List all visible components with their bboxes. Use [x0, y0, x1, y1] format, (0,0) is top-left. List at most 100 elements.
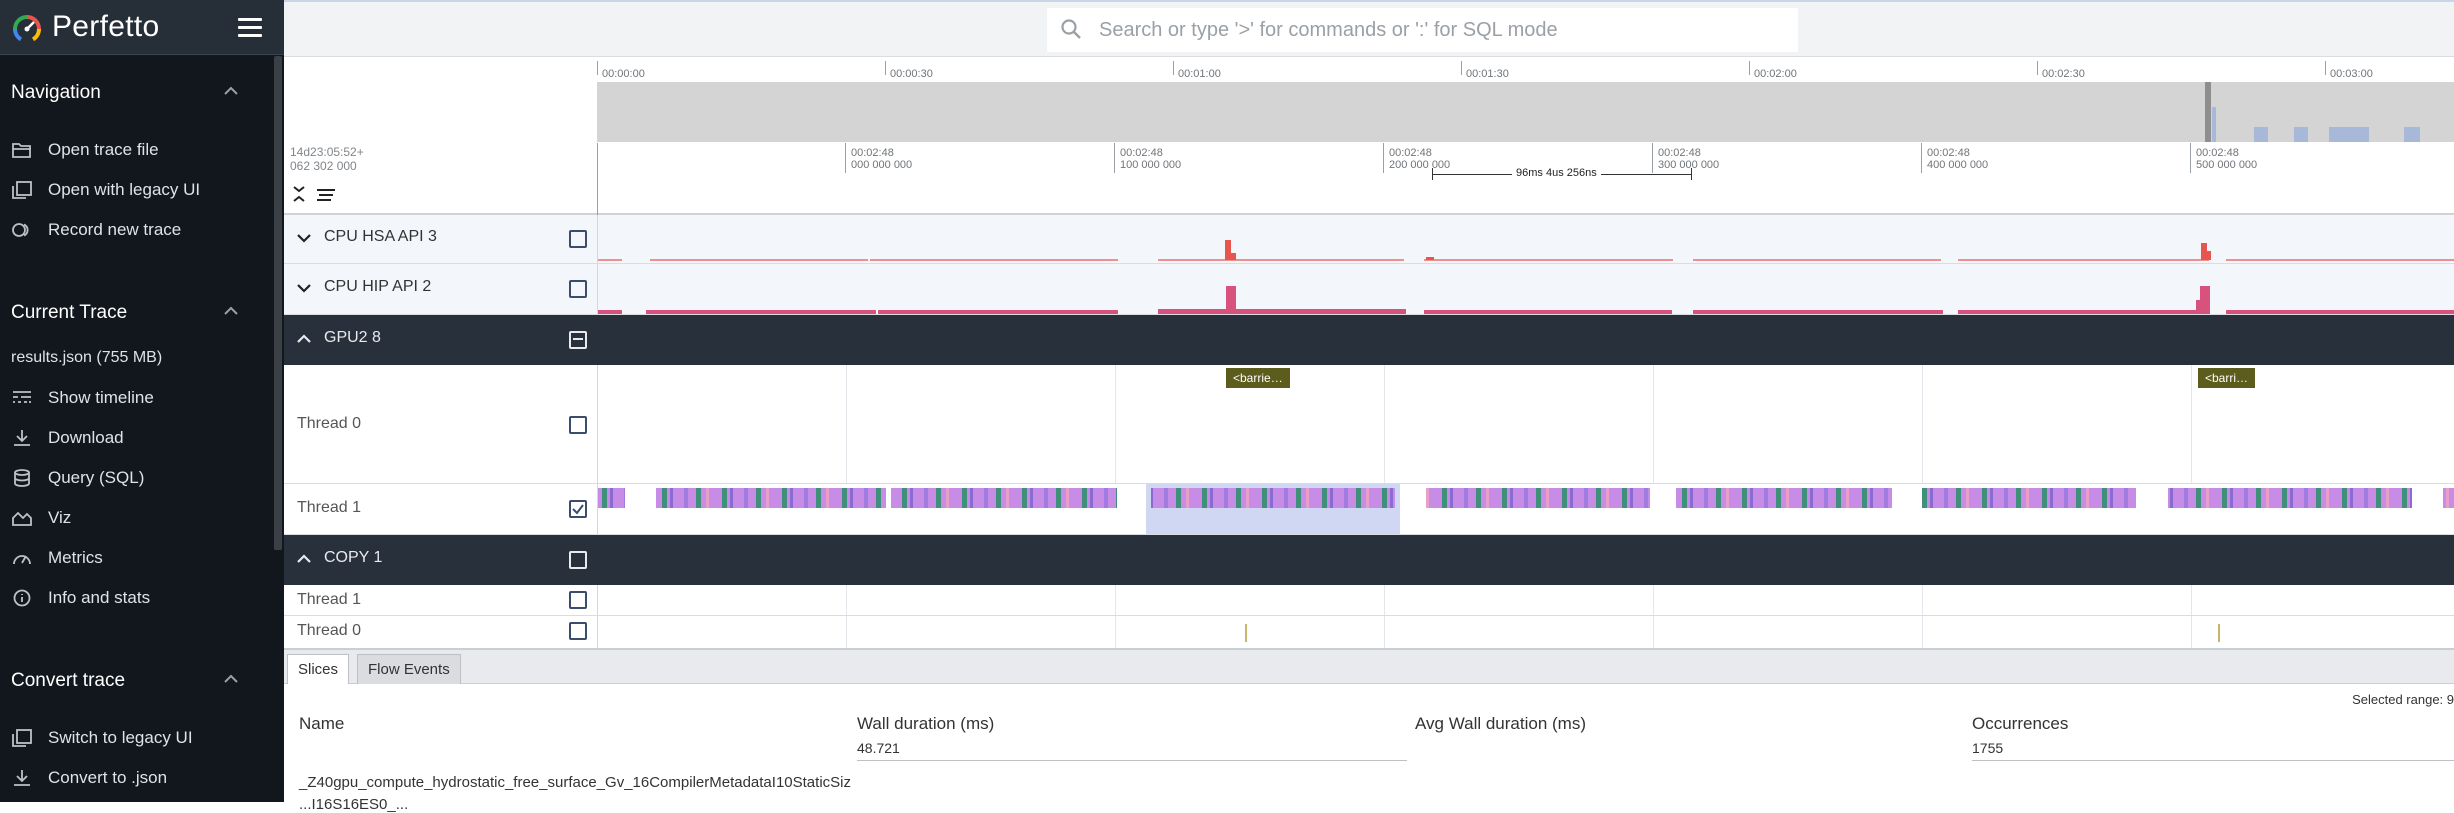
track-select-checkbox[interactable] — [569, 230, 587, 248]
track-name: Thread 0 — [297, 622, 362, 639]
chevron-up-icon[interactable] — [296, 331, 312, 347]
track-select-checkbox[interactable] — [569, 416, 587, 434]
sidebar-item-query-sql[interactable]: Query (SQL) — [0, 461, 270, 495]
sidebar-scrollbar[interactable] — [274, 56, 282, 550]
tab-flow-events[interactable]: Flow Events — [357, 654, 461, 684]
overview-tick — [885, 61, 886, 75]
track-name: COPY 1 — [324, 549, 383, 566]
selected-range: Selected range: 9 — [2352, 692, 2454, 707]
time-axis-sublabel: 000 000 000 — [851, 159, 913, 171]
search-input[interactable] — [1099, 16, 1779, 44]
column-header-avg-wall-duration[interactable]: Avg Wall duration (ms) — [1415, 714, 1586, 734]
track-shell[interactable]: Thread 1 — [284, 585, 597, 615]
hamburger-menu-icon[interactable] — [238, 18, 262, 38]
sidebar-item-open-legacy-ui[interactable]: Open with legacy UI — [0, 173, 270, 207]
sidebar-item-info-and-stats[interactable]: Info and stats — [0, 581, 270, 615]
timeline-overview[interactable]: 00:00:00 00:00:30 00:01:00 00:01:30 00:0… — [284, 57, 2454, 215]
track-select-checkbox[interactable] — [569, 591, 587, 609]
time-offset-line1: 14d23:05:52+ — [290, 145, 364, 159]
track-thread-1[interactable]: Thread 1 — [284, 585, 2454, 615]
track-shell[interactable]: CPU HSA API 3 — [284, 215, 597, 263]
counter-graph — [598, 286, 2454, 314]
column-header-occurrences[interactable]: Occurrences — [1972, 714, 2068, 734]
track-group-copy-1[interactable]: COPY 1 — [284, 535, 2454, 585]
slice-barrier[interactable]: <barri… — [2198, 368, 2256, 388]
overview-activity-bar — [2329, 127, 2369, 142]
track-cpu-hsa-api-3[interactable]: CPU HSA API 3 — [284, 215, 2454, 263]
download-icon — [14, 770, 30, 786]
track-thread-0[interactable]: Thread 0 — [284, 616, 2454, 648]
tab-slices[interactable]: Slices — [287, 654, 350, 684]
column-header-name[interactable]: Name — [299, 714, 344, 734]
track-select-checkbox[interactable] — [569, 280, 587, 298]
database-icon — [14, 469, 30, 487]
section-header-navigation[interactable]: Navigation — [0, 72, 270, 112]
time-axis-label: 00:02:48 — [1658, 147, 1701, 159]
track-select-checkbox[interactable] — [569, 622, 587, 640]
track-select-checkbox-checked[interactable] — [569, 500, 587, 518]
column-header-wall-duration[interactable]: Wall duration (ms) — [857, 714, 994, 734]
axis-left-border — [597, 143, 598, 215]
sidebar-item-show-timeline[interactable]: Show timeline — [0, 381, 270, 415]
track-content[interactable] — [597, 616, 2454, 648]
track-shell[interactable]: Thread 0 — [284, 616, 597, 648]
track-shell[interactable]: GPU2 8 — [284, 315, 597, 365]
overview-visible-window[interactable] — [2205, 82, 2211, 142]
folder-open-icon — [12, 143, 31, 158]
track-content[interactable] — [597, 484, 2454, 534]
topbar — [284, 0, 2454, 57]
track-content[interactable] — [597, 264, 2454, 314]
sidebar-item-label: Download — [48, 428, 124, 447]
track-group-gpu2-8[interactable]: GPU2 8 — [284, 315, 2454, 365]
slice-row-name[interactable]: ...I16S16ES0_... — [299, 796, 408, 813]
column-divider — [1972, 760, 2454, 761]
track-select-checkbox-partial[interactable] — [569, 331, 587, 349]
check-icon — [572, 504, 584, 515]
slice-row-name[interactable]: _Z40gpu_compute_hydrostatic_free_surface… — [299, 774, 851, 791]
track-name: Thread 1 — [297, 591, 362, 608]
track-panel[interactable]: CPU HSA API 3 CPU HIP API 2 GPU2 8 Threa… — [284, 215, 2454, 648]
sidebar-item-convert-to-json[interactable]: Convert to .json — [0, 761, 270, 795]
copy-slice[interactable] — [1245, 624, 1247, 642]
sidebar-item-viz[interactable]: Viz — [0, 501, 270, 535]
sidebar-item-label: Viz — [48, 508, 72, 527]
sidebar-item-switch-legacy-ui[interactable]: Switch to legacy UI — [0, 721, 270, 755]
section-header-current-trace[interactable]: Current Trace — [0, 292, 270, 332]
occurrences-value: 1755 — [1972, 740, 2004, 756]
sort-lines-icon[interactable] — [316, 189, 336, 201]
sidebar-item-open-trace-file[interactable]: Open trace file — [0, 133, 270, 167]
sidebar-item-record-new-trace[interactable]: Record new trace — [0, 213, 270, 247]
overview-tick — [1173, 61, 1174, 75]
track-shell[interactable]: COPY 1 — [284, 535, 597, 585]
sidebar: Perfetto Navigation Open trace file Open… — [0, 0, 284, 802]
chevron-up-icon[interactable] — [296, 551, 312, 567]
time-axis-label: 00:02:48 — [1927, 147, 1970, 159]
wall-duration-value: 48.721 — [857, 740, 900, 756]
overview-axis-label: 00:00:30 — [890, 68, 933, 80]
track-shell[interactable]: Thread 0 — [284, 365, 597, 483]
slice-barrier[interactable]: <barrie… — [1226, 368, 1290, 388]
track-content[interactable] — [597, 585, 2454, 615]
sidebar-item-label: Record new trace — [48, 220, 182, 239]
track-content[interactable]: <barrie… <barri… — [597, 365, 2454, 483]
track-select-checkbox[interactable] — [569, 551, 587, 569]
chevron-down-icon[interactable] — [296, 280, 312, 296]
sidebar-item-label: Query (SQL) — [48, 468, 145, 487]
trace-file-name: results.json (755 MB) — [11, 349, 163, 366]
overview-brush-area[interactable] — [597, 82, 2454, 142]
line-style-icon — [13, 391, 31, 403]
track-shell[interactable]: CPU HIP API 2 — [284, 264, 597, 314]
chevron-down-icon[interactable] — [296, 230, 312, 246]
sidebar-item-download[interactable]: Download — [0, 421, 270, 455]
track-thread-1[interactable]: Thread 1 — [284, 484, 2454, 534]
sidebar-item-metrics[interactable]: Metrics — [0, 541, 270, 575]
section-header-convert-trace[interactable]: Convert trace — [0, 660, 270, 700]
track-thread-0[interactable]: Thread 0 <barrie… <barri… — [284, 365, 2454, 483]
track-content[interactable] — [597, 215, 2454, 263]
omnibox[interactable] — [1047, 8, 1798, 52]
expand-all-icon[interactable] — [292, 185, 306, 203]
chevron-up-icon — [224, 306, 238, 315]
track-shell[interactable]: Thread 1 — [284, 484, 597, 534]
track-cpu-hip-api-2[interactable]: CPU HIP API 2 — [284, 264, 2454, 314]
copy-slice[interactable] — [2218, 624, 2220, 642]
